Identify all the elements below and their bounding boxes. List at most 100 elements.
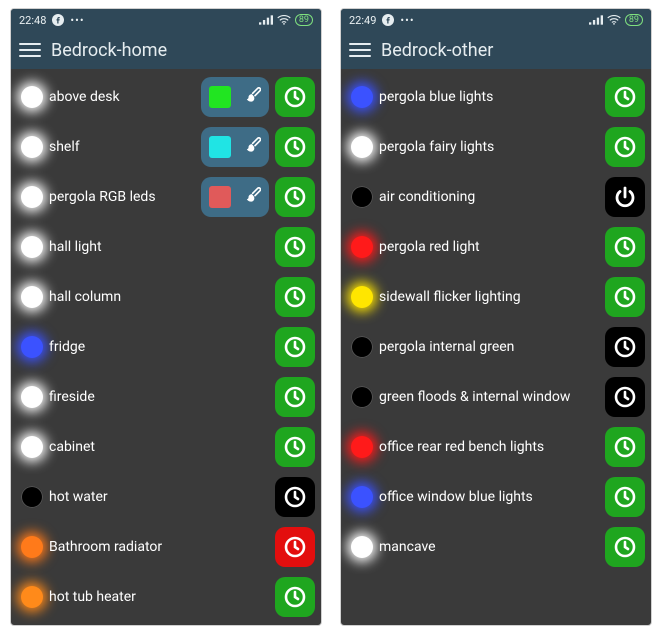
device-label: green floods & internal window — [379, 389, 605, 405]
indicator-dot[interactable] — [21, 336, 43, 358]
list-item[interactable]: office rear red bench lights — [347, 425, 645, 469]
list-item[interactable]: pergola blue lights — [347, 75, 645, 119]
schedule-button[interactable] — [275, 177, 315, 217]
menu-icon[interactable] — [19, 39, 41, 61]
brush-icon — [241, 85, 261, 109]
device-label: pergola RGB leds — [49, 189, 201, 205]
wifi-icon — [607, 15, 621, 25]
color-picker-tile[interactable] — [201, 177, 269, 217]
schedule-button[interactable] — [275, 527, 315, 567]
schedule-button[interactable] — [605, 477, 645, 517]
list-item[interactable]: green floods & internal window — [347, 375, 645, 419]
list-item[interactable]: mancave — [347, 525, 645, 569]
schedule-button[interactable] — [605, 377, 645, 417]
list-item[interactable]: pergola fairy lights — [347, 125, 645, 169]
schedule-button[interactable] — [605, 227, 645, 267]
indicator-dot[interactable] — [21, 86, 43, 108]
device-label: pergola fairy lights — [379, 139, 605, 155]
schedule-button[interactable] — [275, 577, 315, 617]
device-label: cabinet — [49, 439, 275, 455]
facebook-icon — [52, 14, 64, 26]
list-item[interactable]: hot tub heater — [17, 575, 315, 619]
schedule-button[interactable] — [275, 277, 315, 317]
color-swatch — [209, 136, 231, 158]
device-label: fireside — [49, 389, 275, 405]
list-item[interactable]: pergola red light — [347, 225, 645, 269]
indicator-dot[interactable] — [21, 386, 43, 408]
device-label: hall light — [49, 239, 275, 255]
indicator-dot[interactable] — [351, 386, 373, 408]
indicator-dot[interactable] — [21, 236, 43, 258]
list-item[interactable]: cabinet — [17, 425, 315, 469]
list-item[interactable]: pergola RGB leds — [17, 175, 315, 219]
indicator-dot[interactable] — [351, 186, 373, 208]
color-picker-tile[interactable] — [201, 127, 269, 167]
indicator-dot[interactable] — [351, 136, 373, 158]
schedule-button[interactable] — [605, 127, 645, 167]
list-item[interactable]: hall light — [17, 225, 315, 269]
device-list: pergola blue lights pergola fairy lights… — [341, 69, 651, 575]
indicator-dot[interactable] — [21, 286, 43, 308]
power-button[interactable] — [605, 177, 645, 217]
list-item[interactable]: sidewall flicker lighting — [347, 275, 645, 319]
color-picker-tile[interactable] — [201, 77, 269, 117]
indicator-dot[interactable] — [351, 486, 373, 508]
device-label: hall column — [49, 289, 275, 305]
schedule-button[interactable] — [275, 227, 315, 267]
indicator-dot[interactable] — [21, 136, 43, 158]
schedule-button[interactable] — [275, 77, 315, 117]
brush-icon — [241, 135, 261, 159]
device-label: pergola red light — [379, 239, 605, 255]
color-swatch — [209, 86, 231, 108]
list-item[interactable]: shelf — [17, 125, 315, 169]
battery-icon: 89 — [295, 14, 313, 26]
schedule-button[interactable] — [605, 77, 645, 117]
color-swatch — [209, 186, 231, 208]
list-item[interactable]: fireside — [17, 375, 315, 419]
device-label: hot tub heater — [49, 589, 275, 605]
page-title: Bedrock-home — [51, 40, 167, 61]
title-bar: Bedrock-home — [11, 31, 321, 69]
more-icon: ••• — [400, 14, 414, 27]
device-label: Bathroom radiator — [49, 539, 275, 555]
facebook-icon — [382, 14, 394, 26]
phone-screen-0: 22:48 ••• 89 Bedrock-home above desk shel… — [10, 8, 322, 626]
schedule-button[interactable] — [275, 127, 315, 167]
list-item[interactable]: above desk — [17, 75, 315, 119]
schedule-button[interactable] — [605, 277, 645, 317]
device-label: above desk — [49, 89, 201, 105]
list-item[interactable]: hot water — [17, 475, 315, 519]
more-icon: ••• — [70, 14, 84, 27]
indicator-dot[interactable] — [21, 586, 43, 608]
list-item[interactable]: Bathroom radiator — [17, 525, 315, 569]
status-bar: 22:48 ••• 89 — [11, 9, 321, 31]
indicator-dot[interactable] — [351, 536, 373, 558]
list-item[interactable]: air conditioning — [347, 175, 645, 219]
list-item[interactable]: pergola internal green — [347, 325, 645, 369]
list-item[interactable]: office window blue lights — [347, 475, 645, 519]
device-label: air conditioning — [379, 189, 605, 205]
schedule-button[interactable] — [605, 327, 645, 367]
device-list: above desk shelf pergola RGB leds hall l… — [11, 69, 321, 625]
indicator-dot[interactable] — [351, 286, 373, 308]
schedule-button[interactable] — [275, 327, 315, 367]
list-item[interactable]: fridge — [17, 325, 315, 369]
indicator-dot[interactable] — [351, 86, 373, 108]
indicator-dot[interactable] — [21, 186, 43, 208]
schedule-button[interactable] — [605, 427, 645, 467]
schedule-button[interactable] — [275, 427, 315, 467]
device-label: hot water — [49, 489, 275, 505]
indicator-dot[interactable] — [21, 536, 43, 558]
indicator-dot[interactable] — [21, 436, 43, 458]
schedule-button[interactable] — [605, 527, 645, 567]
list-item[interactable]: hall column — [17, 275, 315, 319]
indicator-dot[interactable] — [21, 486, 43, 508]
indicator-dot[interactable] — [351, 336, 373, 358]
indicator-dot[interactable] — [351, 436, 373, 458]
schedule-button[interactable] — [275, 377, 315, 417]
signal-icon — [589, 15, 603, 25]
status-time: 22:49 — [349, 14, 376, 27]
schedule-button[interactable] — [275, 477, 315, 517]
indicator-dot[interactable] — [351, 236, 373, 258]
menu-icon[interactable] — [349, 39, 371, 61]
